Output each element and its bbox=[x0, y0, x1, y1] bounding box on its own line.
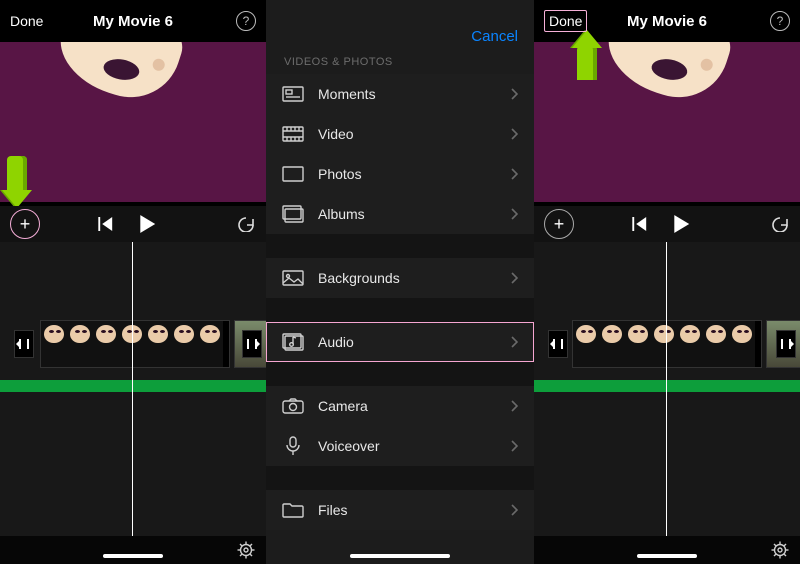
control-bar: + bbox=[0, 206, 266, 242]
preview-face-graphic bbox=[49, 42, 192, 110]
control-bar: + bbox=[534, 206, 800, 242]
clip-start-marker[interactable] bbox=[548, 330, 568, 358]
backgrounds-icon bbox=[282, 269, 304, 287]
picker-header: Cancel bbox=[266, 16, 534, 56]
menu-label: Moments bbox=[318, 86, 510, 102]
playhead[interactable] bbox=[132, 242, 133, 536]
menu-item-files[interactable]: Files bbox=[266, 490, 534, 530]
editor-panel-right: Done My Movie 6 ? + bbox=[534, 0, 800, 564]
menu-label: Camera bbox=[318, 398, 510, 414]
photos-icon bbox=[282, 165, 304, 183]
video-icon bbox=[282, 125, 304, 143]
home-indicator bbox=[103, 554, 163, 558]
media-menu: Moments Video Photos Albums bbox=[266, 74, 534, 530]
chevron-right-icon bbox=[510, 336, 518, 348]
editor-panel-left: Done My Movie 6 ? + bbox=[0, 0, 266, 564]
clip-start-marker[interactable] bbox=[14, 330, 34, 358]
done-button[interactable]: Done bbox=[544, 10, 587, 32]
undo-button[interactable] bbox=[770, 216, 790, 232]
menu-item-albums[interactable]: Albums bbox=[266, 194, 534, 234]
play-button[interactable] bbox=[674, 215, 690, 233]
menu-item-voiceover[interactable]: Voiceover bbox=[266, 426, 534, 466]
menu-label: Albums bbox=[318, 206, 510, 222]
video-clip-1[interactable] bbox=[572, 320, 762, 368]
menu-item-moments[interactable]: Moments bbox=[266, 74, 534, 114]
chevron-right-icon bbox=[510, 128, 518, 140]
timeline[interactable] bbox=[534, 242, 800, 536]
menu-label: Audio bbox=[318, 334, 510, 350]
audio-track[interactable] bbox=[0, 380, 266, 392]
prev-button[interactable] bbox=[632, 217, 648, 231]
settings-button[interactable] bbox=[770, 540, 790, 560]
chevron-right-icon bbox=[510, 272, 518, 284]
preview-face-graphic bbox=[597, 42, 740, 110]
menu-label: Voiceover bbox=[318, 438, 510, 454]
menu-item-video[interactable]: Video bbox=[266, 114, 534, 154]
tutorial-arrow-up bbox=[572, 30, 602, 80]
moments-icon bbox=[282, 85, 304, 103]
chevron-right-icon bbox=[510, 208, 518, 220]
chevron-right-icon bbox=[510, 168, 518, 180]
help-button[interactable]: ? bbox=[770, 11, 790, 31]
chevron-right-icon bbox=[510, 440, 518, 452]
help-button[interactable]: ? bbox=[236, 11, 256, 31]
chevron-right-icon bbox=[510, 504, 518, 516]
menu-item-backgrounds[interactable]: Backgrounds bbox=[266, 258, 534, 298]
done-label: Done bbox=[549, 13, 582, 29]
menu-item-audio[interactable]: Audio bbox=[266, 322, 534, 362]
add-media-button[interactable]: + bbox=[544, 209, 574, 239]
menu-label: Files bbox=[318, 502, 510, 518]
header: Done My Movie 6 ? bbox=[0, 0, 266, 42]
add-media-button[interactable]: + bbox=[10, 209, 40, 239]
bottom-bar bbox=[534, 536, 800, 564]
media-picker-panel: Cancel VIDEOS & PHOTOS Moments Video Pho… bbox=[266, 0, 534, 564]
cancel-button[interactable]: Cancel bbox=[471, 28, 518, 45]
clip-end-marker[interactable] bbox=[242, 330, 262, 358]
voiceover-icon bbox=[282, 437, 304, 455]
audio-icon bbox=[282, 333, 304, 351]
home-indicator bbox=[350, 554, 450, 558]
prev-button[interactable] bbox=[98, 217, 114, 231]
settings-button[interactable] bbox=[236, 540, 256, 560]
done-label: Done bbox=[10, 13, 43, 29]
menu-label: Photos bbox=[318, 166, 510, 182]
chevron-right-icon bbox=[510, 400, 518, 412]
audio-track[interactable] bbox=[534, 380, 800, 392]
menu-label: Backgrounds bbox=[318, 270, 510, 286]
undo-button[interactable] bbox=[236, 216, 256, 232]
section-label: VIDEOS & PHOTOS bbox=[284, 56, 393, 68]
done-button[interactable]: Done bbox=[10, 13, 43, 29]
menu-item-camera[interactable]: Camera bbox=[266, 386, 534, 426]
albums-icon bbox=[282, 205, 304, 223]
menu-item-photos[interactable]: Photos bbox=[266, 154, 534, 194]
camera-icon bbox=[282, 397, 304, 415]
timeline[interactable] bbox=[0, 242, 266, 536]
files-icon bbox=[282, 501, 304, 519]
video-preview[interactable] bbox=[0, 42, 266, 202]
playhead[interactable] bbox=[666, 242, 667, 536]
video-clip-1[interactable] bbox=[40, 320, 230, 368]
chevron-right-icon bbox=[510, 88, 518, 100]
tutorial-arrow-down bbox=[2, 156, 32, 208]
menu-label: Video bbox=[318, 126, 510, 142]
bottom-bar bbox=[0, 536, 266, 564]
home-indicator bbox=[637, 554, 697, 558]
clip-end-marker[interactable] bbox=[776, 330, 796, 358]
play-button[interactable] bbox=[140, 215, 156, 233]
